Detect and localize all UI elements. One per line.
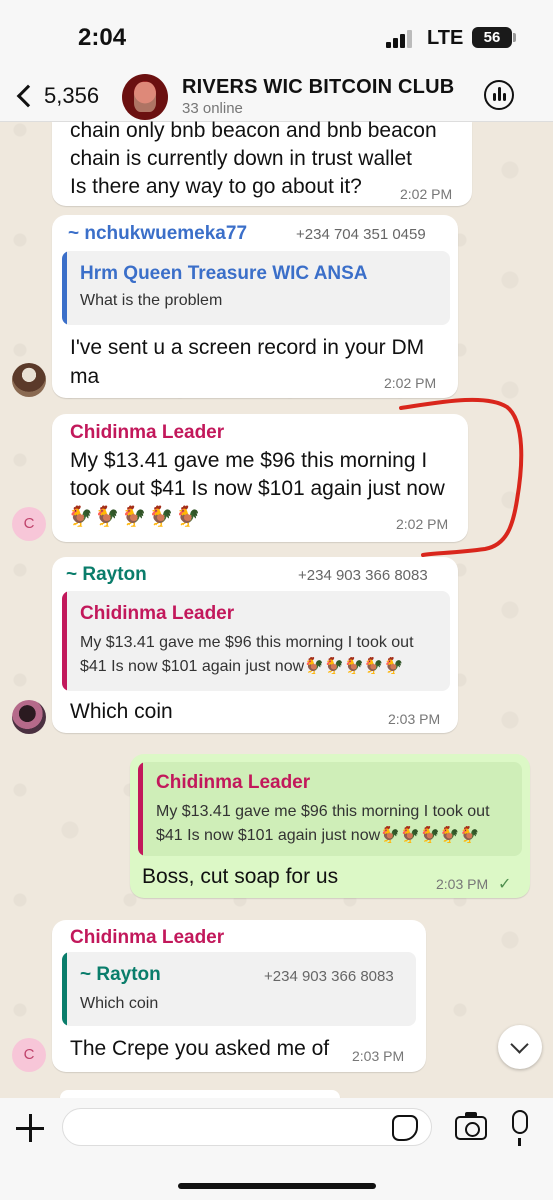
message-text-line: ma — [70, 365, 100, 388]
cellular-signal-icon — [386, 30, 416, 48]
scroll-to-bottom-button[interactable] — [498, 1025, 542, 1069]
sender-name[interactable]: ~ Rayton — [66, 564, 147, 586]
unread-count: 5,356 — [44, 83, 100, 108]
message-time: 2:03 PM — [388, 711, 441, 727]
sender-phone: +234 704 351 0459 — [296, 226, 426, 243]
quoted-text-line: My $13.41 gave me $96 this morning I too… — [156, 803, 490, 820]
message-composer — [0, 1098, 553, 1200]
message-time: 2:02 PM — [384, 375, 437, 391]
battery-icon: 56 — [472, 27, 512, 48]
outgoing-message-bubble[interactable]: Chidinma Leader My $13.41 gave me $96 th… — [130, 754, 530, 898]
avatar[interactable]: C — [12, 1038, 46, 1072]
group-name[interactable]: RIVERS WIC BITCOIN CLUB — [182, 76, 454, 99]
message-input[interactable] — [62, 1108, 432, 1146]
message-time: 2:03 PM — [436, 876, 489, 892]
quoted-message[interactable]: Chidinma Leader My $13.41 gave me $96 th… — [62, 591, 450, 691]
message-time: 2:03 PM — [352, 1048, 405, 1064]
message-text-line: took out $41 Is now $101 again just now — [70, 477, 445, 500]
message-text-line: My $13.41 gave me $96 this morning I — [70, 449, 428, 472]
red-annotation — [399, 397, 524, 557]
sender-name[interactable]: Chidinma Leader — [70, 422, 224, 444]
home-indicator — [178, 1183, 376, 1189]
message-bubble[interactable]: chain only bnb beacon and bnb beacon cha… — [52, 119, 472, 206]
avatar[interactable] — [12, 363, 46, 397]
quoted-sender: Chidinma Leader — [156, 772, 311, 793]
message-text-line: Is there any way to go about it? — [70, 175, 362, 198]
message-bubble[interactable]: ~ nchukwuemeka77 +234 704 351 0459 Hrm Q… — [52, 215, 458, 398]
quoted-sender: ~ Rayton — [80, 964, 161, 985]
camera-icon[interactable] — [455, 1112, 487, 1140]
quoted-phone: +234 903 366 8083 — [264, 968, 394, 985]
quote-bar — [62, 952, 67, 1026]
chevron-left-icon — [16, 84, 40, 108]
message-bubble[interactable]: ~ Rayton +234 903 366 8083 Chidinma Lead… — [52, 557, 458, 733]
read-receipt-icon: ✓ — [498, 876, 512, 893]
quoted-message[interactable]: Chidinma Leader My $13.41 gave me $96 th… — [138, 762, 522, 856]
voice-chat-icon[interactable] — [484, 80, 514, 110]
quoted-text: Which coin — [80, 995, 159, 1012]
status-bar: 2:04 LTE 56 — [0, 0, 553, 70]
quoted-text-line: $41 Is now $101 again just now🐓🐓🐓🐓🐓 — [80, 658, 404, 675]
message-text: The Crepe you asked me of — [70, 1037, 330, 1060]
sender-phone: +234 903 366 8083 — [298, 567, 428, 584]
avatar[interactable] — [12, 700, 46, 734]
quoted-sender: Chidinma Leader — [80, 603, 235, 624]
quoted-text: What is the problem — [80, 292, 223, 309]
emoji-rooster: 🐓🐓🐓🐓🐓 — [68, 506, 203, 528]
microphone-icon[interactable] — [512, 1110, 528, 1146]
message-text: Which coin — [70, 700, 173, 723]
message-text-line: chain is currently down in trust wallet — [70, 147, 412, 170]
battery-tip — [513, 33, 516, 42]
back-button[interactable]: 5,356 — [14, 78, 99, 114]
network-type: LTE — [427, 27, 464, 49]
chat-header: 5,356 RIVERS WIC BITCOIN CLUB 33 online — [0, 70, 553, 122]
sender-name[interactable]: Chidinma Leader — [70, 927, 224, 949]
online-count: 33 online — [182, 100, 243, 117]
group-avatar[interactable] — [122, 74, 168, 120]
quote-bar — [138, 762, 143, 856]
message-time: 2:02 PM — [400, 186, 453, 202]
avatar[interactable]: C — [12, 507, 46, 541]
quoted-message[interactable]: Hrm Queen Treasure WIC ANSA What is the … — [62, 251, 450, 325]
message-bubble[interactable] — [60, 1090, 340, 1098]
quote-bar — [62, 591, 67, 691]
message-text-line: I've sent u a screen record in your DM — [70, 336, 425, 359]
quoted-text-line: My $13.41 gave me $96 this morning I too… — [80, 634, 414, 651]
quoted-text-line: $41 Is now $101 again just now🐓🐓🐓🐓🐓 — [156, 827, 480, 844]
message-text-line: chain only bnb beacon and bnb beacon — [70, 119, 437, 142]
message-text: Boss, cut soap for us — [142, 865, 339, 888]
quoted-sender: Hrm Queen Treasure WIC ANSA — [80, 263, 368, 284]
status-time: 2:04 — [78, 24, 127, 51]
quote-bar — [62, 251, 67, 325]
sender-name[interactable]: ~ nchukwuemeka77 — [68, 223, 247, 245]
attach-plus-icon[interactable] — [16, 1114, 44, 1142]
message-bubble[interactable]: Chidinma Leader ~ Rayton +234 903 366 80… — [52, 920, 426, 1072]
quoted-message[interactable]: ~ Rayton +234 903 366 8083 Which coin — [62, 952, 416, 1026]
